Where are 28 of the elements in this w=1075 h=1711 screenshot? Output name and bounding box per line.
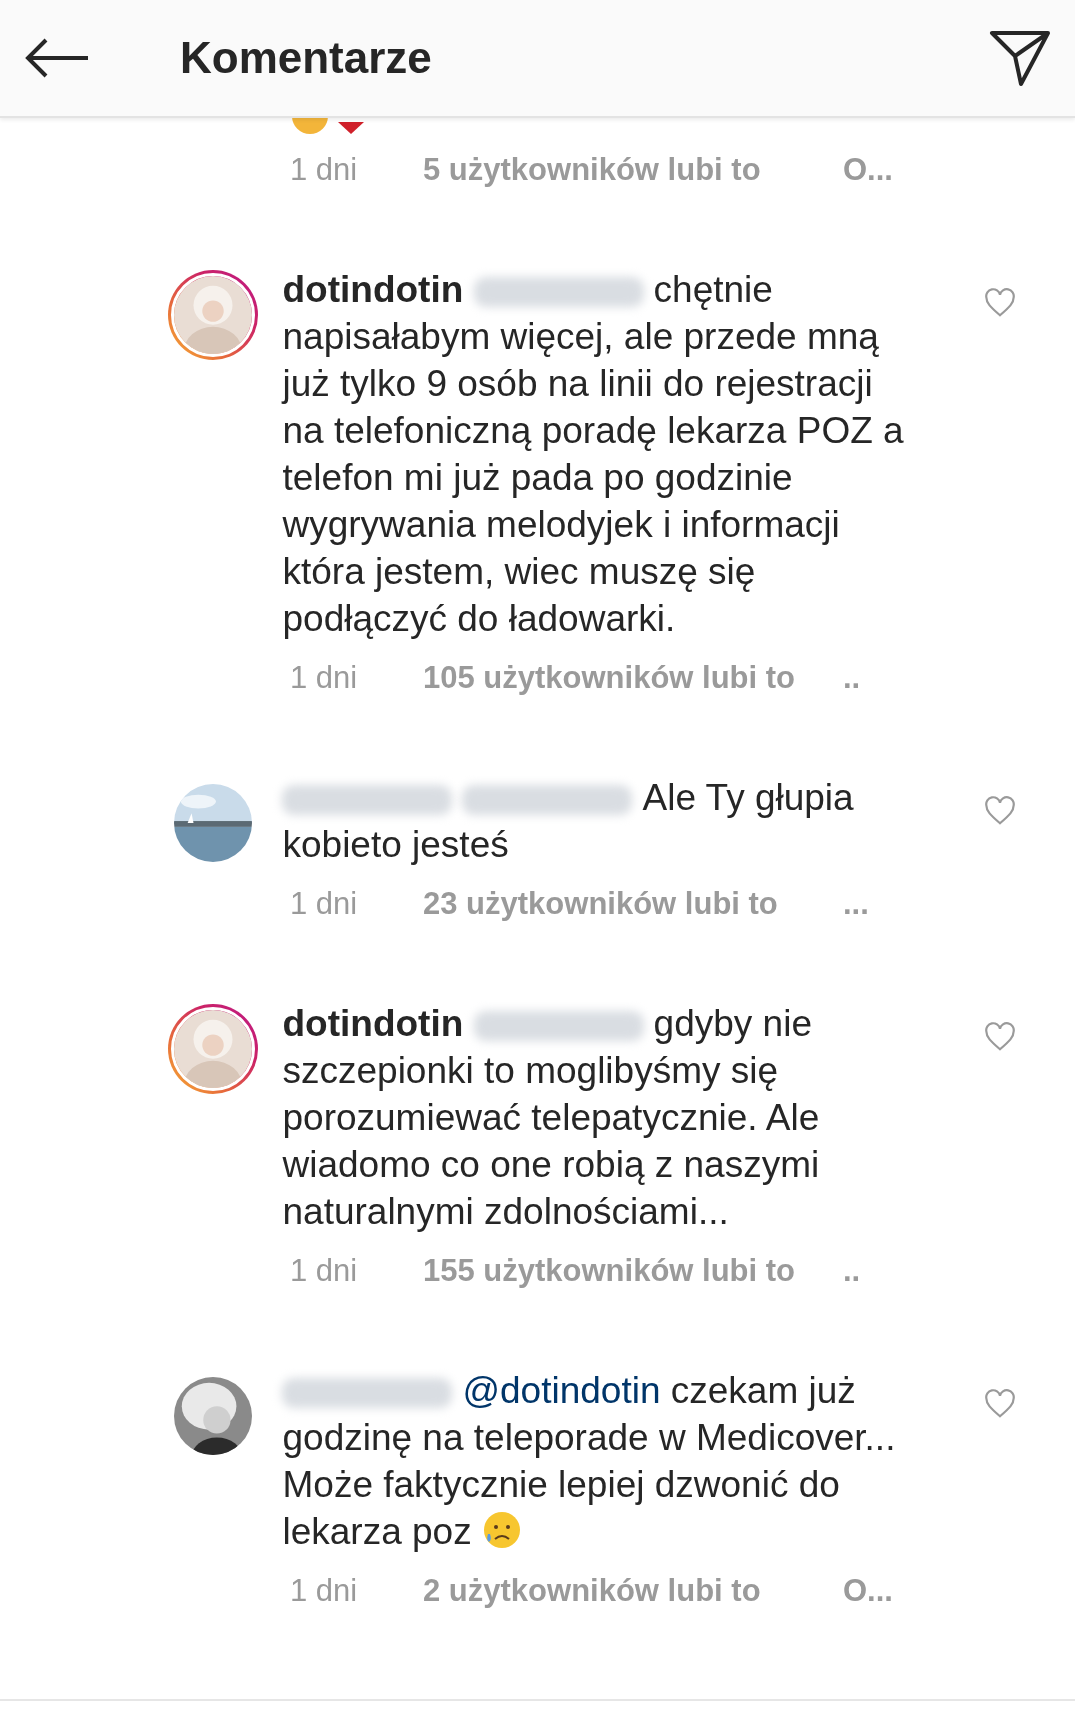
comment-time: 1 dni [290,886,359,922]
reply-link[interactable]: .. [843,660,861,696]
comment-time: 1 dni [290,1573,359,1609]
likes-link[interactable]: 23 użytkowników lubi to [423,886,843,922]
heart-emoji-icon [338,122,364,134]
comment-text: @dotindotin czekam już godzinę na teleporade w Medicover... Może faktycznie lepiej dzwonić do lekarza poz [282,1369,897,1554]
reply-link[interactable]: .. [843,1253,861,1289]
comment-time: 1 dni [290,660,359,696]
comment-text: dotindotin chętnie napisałabym więcej, ale przede mną już tylko 9 osób na linii do rejestracji na telefoniczną poradę lekarza POZ a telefon mi już pada po godzinie wygrywania melodyjek i informacji która jestem, wiec muszę się podłączyć do ładowarki. [282,268,905,641]
likes-link[interactable]: 2 użytkowników lubi to [423,1573,843,1609]
comment-text: dotindotin gdyby nie szczepionki to moglibyśmy się porozumiewać telepatycznie. Ale wiadomo co one robią z naszymi naturalnymi zdolnościami... [282,1002,821,1234]
reply-link[interactable]: ... [843,886,869,922]
reply-link[interactable]: O... [843,1573,893,1609]
comment-author[interactable]: dotindotin [282,269,464,310]
likes-link[interactable]: 105 użytkowników lubi to [423,660,843,696]
page-title: Komentarze [180,33,433,83]
comment-time: 1 dni [290,152,359,188]
comment-time: 1 dni [290,1253,359,1289]
sad-face-icon [482,1510,522,1550]
mention-link[interactable]: @dotindotin [462,1370,661,1411]
likes-link[interactable]: 155 użytkowników lubi to [423,1253,843,1289]
send-icon[interactable] [989,29,1051,87]
emoji-icon [290,116,330,134]
reply-link[interactable]: O... [843,152,893,188]
comment-author[interactable]: dotindotin [282,1003,464,1044]
back-arrow-icon[interactable] [24,38,90,78]
likes-link[interactable]: 5 użytkowników lubi to [423,152,843,188]
comment-text: Ale Ty głupia kobieto jesteś [282,776,855,867]
